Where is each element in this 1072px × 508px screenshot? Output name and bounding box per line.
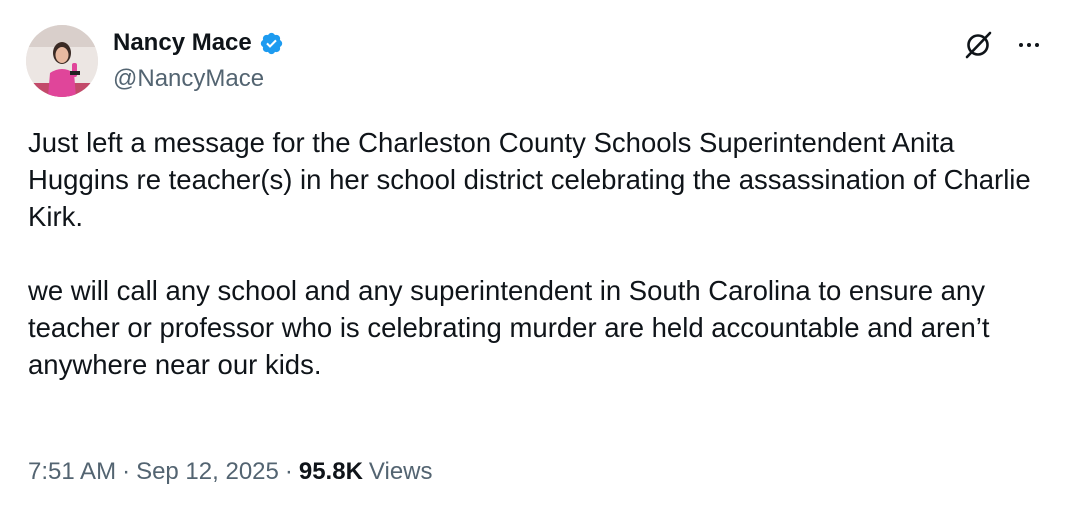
- meta-separator: ·: [122, 458, 131, 485]
- views-count[interactable]: 95.8K: [299, 456, 363, 488]
- more-dot: [1027, 43, 1031, 47]
- more-dot: [1035, 43, 1039, 47]
- more-options-icon[interactable]: [1012, 28, 1046, 62]
- author-handle[interactable]: @NancyMace: [113, 64, 264, 94]
- tweet-card: Nancy Mace @NancyMace Just left a messag…: [0, 0, 1072, 508]
- meta-separator: ·: [284, 458, 293, 485]
- grok-icon[interactable]: [960, 27, 996, 63]
- avatar-image: [26, 25, 98, 97]
- more-dot: [1019, 43, 1023, 47]
- author-display-name[interactable]: Nancy Mace: [113, 28, 252, 58]
- tweet-text: Just left a message for the Charleston C…: [28, 127, 1031, 380]
- tweet-date[interactable]: Sep 12, 2025: [136, 456, 279, 488]
- author-name-row: Nancy Mace: [113, 28, 284, 58]
- avatar[interactable]: [26, 25, 98, 97]
- tweet-meta: 7:51 AM · Sep 12, 2025 · 95.8K Views: [28, 456, 433, 488]
- tweet-time[interactable]: 7:51 AM: [28, 456, 116, 488]
- views-label: Views: [368, 458, 433, 485]
- verified-badge-icon[interactable]: [259, 31, 284, 56]
